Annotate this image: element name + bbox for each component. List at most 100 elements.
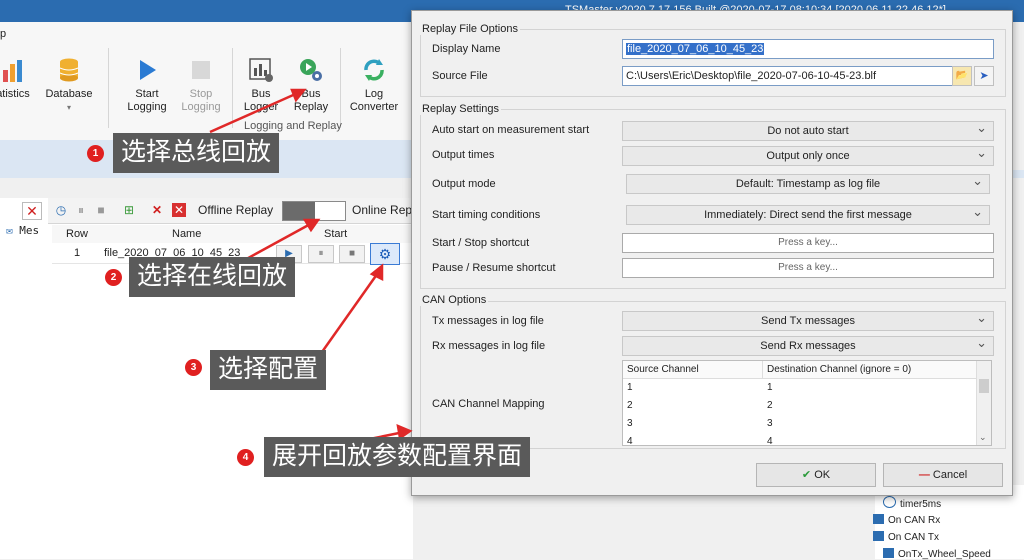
tree-item[interactable]: timer5ms [883,496,941,510]
chevron-down-icon[interactable]: ⌄ [979,432,987,443]
output-times-select[interactable]: Output only once [622,144,994,166]
mapping-source-3[interactable]: 3 [623,415,633,432]
stop-logging-button[interactable]: Stop Logging [174,56,228,114]
start-stop-shortcut-label: Start / Stop shortcut [432,237,530,249]
start-stop-shortcut-input[interactable]: Press a key... [622,233,994,253]
pause-resume-shortcut-input[interactable]: Press a key... [622,258,994,278]
right-tree-panel: timer5ms On CAN Rx On CAN Tx OnTx_Wheel_… [873,485,1024,560]
messages-label: Mes [19,224,40,237]
row-pause-button[interactable]: ⏸ [308,245,334,263]
mapping-col-destination: Destination Channel (ignore = 0) [763,361,978,379]
auto-start-label: Auto start on measurement start [432,124,590,136]
left-panel: ✕ ✉ Mes [0,198,49,559]
file-options-title: Replay File Options [420,23,520,35]
replay-settings-title: Replay Settings [420,103,502,115]
display-name-label: Display Name [432,43,501,55]
output-mode-label: Output mode [432,178,496,190]
ribbon-separator [340,48,341,128]
bus-logger-label-1: Bus [251,88,271,100]
callout-badge-3: 3 [185,359,202,376]
messages-item[interactable]: ✉ Mes [6,224,39,237]
close-icon[interactable]: ✕ [22,202,42,220]
callout-2: 选择在线回放 [129,257,296,297]
callout-4: 展开回放参数配置界面 [264,437,531,477]
replay-toolbar: ◷ ⏸ ■ ⊞ ✕ ✕ Offline Replay Online Rep [48,198,413,224]
mapping-source-1[interactable]: 1 [623,379,633,396]
scrollbar-thumb[interactable] [979,379,989,393]
row-index: 1 [74,247,81,259]
display-name-value: file_2020_07_06_10_45_23 [626,43,765,55]
stop-icon[interactable]: ■ [94,203,108,217]
database-label: Database [45,88,93,100]
start-timing-select[interactable]: Immediately: Direct send the first messa… [626,203,990,225]
row-stop-button[interactable]: ■ [339,245,365,263]
rx-messages-label: Rx messages in log file [432,340,546,352]
play-icon [140,60,156,80]
log-converter-label-2: Converter [349,101,399,113]
cancel-label: Cancel [932,469,968,481]
mapping-dest-3[interactable]: 3 [763,415,773,432]
bus-replay-label-2: Replay [293,101,329,113]
col-name: Name [172,228,202,240]
channel-mapping-table[interactable]: Source Channel Destination Channel (igno… [622,360,992,446]
add-icon[interactable]: ⊞ [122,203,136,217]
tree-label: On CAN Tx [888,532,939,543]
replay-mode-switch[interactable] [282,201,346,221]
pause-icon[interactable]: ⏸ [74,203,88,217]
delete-icon[interactable]: ✕ [150,203,164,217]
mapping-dest-2[interactable]: 2 [763,397,773,414]
ribbon: p atistics Database ▾ Start Logging Stop… [0,22,412,141]
ok-label: OK [814,469,831,481]
output-mode-select[interactable]: Default: Timestamp as log file [626,172,990,194]
ribbon-separator [108,48,109,128]
config-gear-button[interactable]: ⚙ [370,243,400,265]
start-logging-label-1: Start [135,88,159,100]
stop-logging-label-2: Logging [181,101,221,113]
mapping-dest-1[interactable]: 1 [763,379,773,396]
callout-3: 选择配置 [210,350,327,390]
menu-fragment: p [0,28,7,40]
switch-knob [283,202,315,220]
rx-messages-select[interactable]: Send Rx messages [622,334,994,356]
stop-logging-label-1: Stop [189,88,213,100]
pointer-icon[interactable]: ➤ [974,66,994,86]
auto-start-select[interactable]: Do not auto start [622,119,994,141]
tree-item[interactable]: On CAN Tx [873,531,939,543]
offline-replay-label: Offline Replay [198,203,274,217]
source-file-input[interactable]: C:\Users\Eric\Desktop\file_2020-07-06-10… [622,66,954,86]
tree-label: OnTx_Wheel_Speed [898,549,991,560]
replay-grid-header: Row Name Start [52,225,413,244]
reload-icon[interactable]: ◷ [54,203,68,217]
cancel-button[interactable]: — Cancel [883,463,1003,487]
bar-chart-icon [3,60,22,82]
mapping-source-2[interactable]: 2 [623,397,633,414]
display-name-input[interactable]: file_2020_07_06_10_45_23 [622,39,994,59]
envelope-icon [883,548,894,558]
statistics-button[interactable]: atistics [0,56,40,101]
gear-icon: ⚙ [378,246,392,262]
output-times-label: Output times [432,149,495,161]
start-timing-label: Start timing conditions [432,209,541,221]
tree-item[interactable]: On CAN Rx [873,514,940,526]
bus-replay-label-1: Bus [301,88,321,100]
log-converter-button[interactable]: Log Converter [346,56,402,114]
clear-icon[interactable]: ✕ [172,203,186,217]
clock-icon [883,496,896,508]
bus-replay-button[interactable]: Bus Replay [284,56,338,114]
ok-button[interactable]: ✔ OK [756,463,876,487]
col-start: Start [324,228,348,240]
replay-options-dialog: Replay File Options Display Name file_20… [411,10,1013,496]
source-file-label: Source File [432,70,488,82]
bus-logger-button[interactable]: Bus Logger [234,56,288,114]
tx-messages-select[interactable]: Send Tx messages [622,309,994,331]
mapping-dest-4[interactable]: 4 [763,433,773,445]
mapping-col-source: Source Channel [623,361,763,379]
online-replay-label: Online Rep [352,203,413,217]
start-logging-button[interactable]: Start Logging [120,56,174,114]
log-converter-label-1: Log [364,88,384,100]
mapping-scrollbar[interactable]: ⌄ [976,361,991,445]
tree-item[interactable]: OnTx_Wheel_Speed [883,548,991,560]
database-button[interactable]: Database ▾ [42,56,96,114]
folder-open-icon[interactable]: 📂 [952,66,972,86]
mapping-source-4[interactable]: 4 [623,433,633,445]
